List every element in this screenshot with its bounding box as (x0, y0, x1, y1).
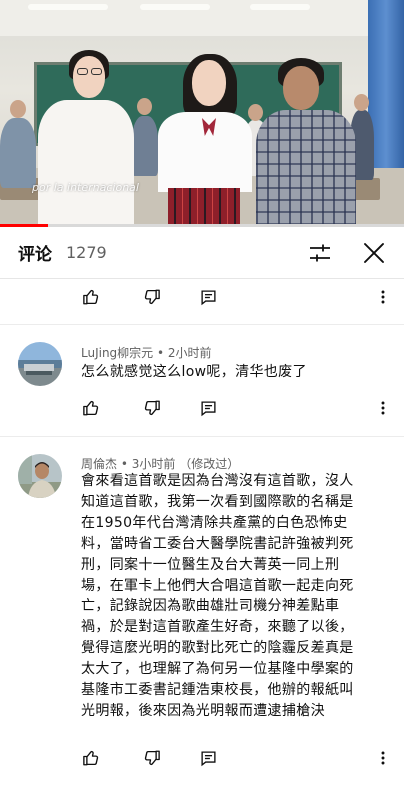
comment-text-line: 光明報，後來因為光明報而遭逮捕槍決 (81, 702, 325, 719)
thumb-down-icon (144, 400, 160, 415)
like-button[interactable] (80, 747, 102, 769)
avatar-person-image (18, 454, 62, 498)
reply-button[interactable] (197, 747, 219, 769)
reply-icon (200, 400, 216, 416)
dislike-button[interactable] (141, 397, 163, 419)
background-person-head (248, 104, 263, 121)
background-person (132, 116, 158, 176)
comment-actions (0, 743, 404, 773)
like-button[interactable] (80, 397, 102, 419)
background-person-head (10, 100, 26, 118)
comment-actions (0, 393, 404, 423)
comment-text-line: 基隆市工委書記鍾浩東校長，他辦的報紙叫 (81, 682, 354, 699)
comment-meta: LuJing柳宗元 • 2小时前 (81, 346, 212, 360)
edited-label: （修改过） (179, 457, 240, 471)
more-vertical-icon (381, 751, 385, 765)
comment-text-line: 會來看這首歌是因為台灣沒有這首歌，沒人 (81, 473, 354, 489)
comment-text: 怎么就感觉这么low呢，清华也废了 (81, 362, 393, 383)
more-options-button[interactable] (372, 286, 394, 308)
comment-text-line: 知道這首歌，我第一次看到國際歌的名稱是 (81, 493, 354, 510)
comment-text-line: 怎么就感觉这么low呢，清华也废了 (81, 364, 307, 380)
background-person-head (354, 94, 369, 111)
white-dress (38, 100, 134, 225)
comment-text: 會來看這首歌是因為台灣沒有這首歌，沒人 知道這首歌，我第一次看到國際歌的名稱是 … (81, 471, 393, 722)
comments-title: 评论 (18, 245, 52, 265)
sort-filter-button[interactable] (300, 233, 340, 273)
video-watermark: por la internacional (32, 181, 139, 194)
thumb-up-icon (83, 401, 99, 416)
avatar[interactable] (18, 342, 62, 386)
background-person-head (137, 98, 152, 115)
face (283, 66, 319, 110)
comment-meta: 周倫杰 • 3小时前 （修改过） (81, 457, 240, 471)
reply-icon (200, 750, 216, 766)
comment-text-line: 太大了，也理解了為何另一位基隆中學案的 (81, 661, 354, 678)
close-icon (364, 242, 384, 263)
ceiling-light (140, 4, 210, 10)
plaid-skirt (168, 188, 240, 225)
comment-actions (0, 282, 404, 312)
thumb-up-icon (83, 290, 99, 305)
avatar-landscape-image (18, 342, 62, 386)
comment-text-line: 料，當時省工委台大醫學院書記許強被判死 (81, 535, 354, 552)
more-vertical-icon (381, 401, 385, 415)
comment-text-line: 覺得這麼光明的歌對比死亡的陰霾反差真是 (81, 640, 354, 657)
background-person (0, 118, 36, 188)
dislike-button[interactable] (141, 286, 163, 308)
comment-text-line: 刑，同案十一位醫生及台大菁英一同上刑 (81, 556, 340, 573)
comment-text-line: 亡，記錄說因為歌曲雄壯司機分神差點車 (81, 598, 340, 615)
comment-text-line: 在1950年代台灣清除共產黨的白色恐怖史 (81, 514, 348, 531)
sliders-icon (310, 244, 330, 261)
comment-time: 2小时前 (167, 346, 212, 360)
comment-author[interactable]: LuJing柳宗元 (81, 346, 153, 360)
glasses (77, 68, 88, 75)
reply-button[interactable] (197, 397, 219, 419)
close-comments-button[interactable] (354, 233, 394, 273)
more-options-button[interactable] (372, 747, 394, 769)
avatar[interactable] (18, 454, 62, 498)
thumb-down-icon (144, 750, 160, 765)
comment-text-line: 禍，於是對這首歌產生好奇，來聽了以後， (81, 619, 354, 636)
more-vertical-icon (381, 290, 385, 304)
comments-count: 1279 (66, 243, 107, 262)
reply-button[interactable] (197, 286, 219, 308)
face (73, 56, 105, 98)
comments-header: 评论 1279 (0, 227, 404, 279)
comment-time: 3小时前 (131, 457, 176, 471)
video-player[interactable]: por la internacional (0, 0, 404, 225)
like-button[interactable] (80, 286, 102, 308)
ceiling-light (250, 4, 310, 10)
reply-icon (200, 289, 216, 305)
comment-text-line: 場，在軍卡上他們大合唱這首歌一起走向死 (81, 577, 354, 594)
plaid-shirt (256, 110, 356, 225)
glasses (91, 68, 102, 75)
face (192, 60, 226, 106)
comment-item: 周倫杰 • 3小时前 （修改过） 會來看這首歌是因為台灣沒有這首歌，沒人 知道這… (0, 437, 404, 800)
thumb-up-icon (83, 751, 99, 766)
thumb-down-icon (144, 289, 160, 304)
comment-item: LuJing柳宗元 • 2小时前 怎么就感觉这么low呢，清华也废了 (0, 325, 404, 435)
comment-author[interactable]: 周倫杰 (81, 457, 117, 471)
dislike-button[interactable] (141, 747, 163, 769)
more-options-button[interactable] (372, 397, 394, 419)
ceiling-light (28, 4, 108, 10)
